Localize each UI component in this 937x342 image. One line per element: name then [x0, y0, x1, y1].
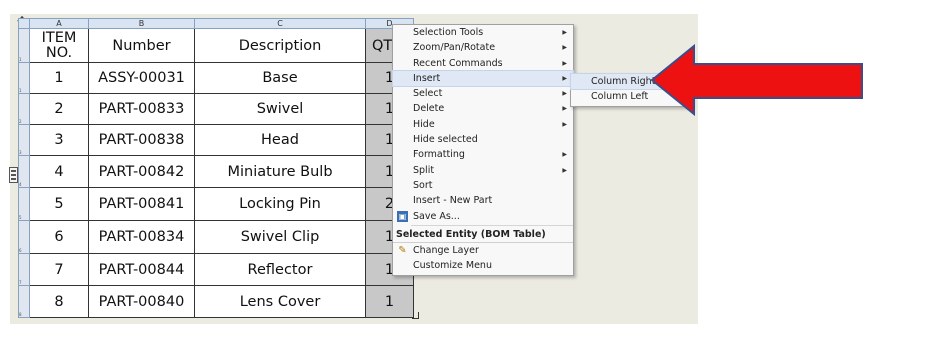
chevron-right-icon: ▶ — [562, 166, 567, 174]
cell-number[interactable]: PART-00833 — [88, 93, 195, 125]
cell-description[interactable]: Lens Cover — [194, 285, 366, 318]
cell-item-no[interactable]: 8 — [29, 285, 89, 318]
row-number[interactable]: 8 — [18, 285, 30, 318]
row-number[interactable]: 7 — [18, 253, 30, 286]
section-selected-entity: Selected Entity (BOM Table) — [393, 227, 573, 244]
row-drag-handle[interactable] — [9, 167, 18, 183]
menu-item-label: Recent Commands — [413, 57, 503, 69]
table-row[interactable]: 5 5 PART-00841 Locking Pin 2 — [18, 187, 414, 221]
cell-qty[interactable]: 1 — [365, 285, 414, 318]
row-number[interactable]: 1 — [18, 62, 30, 94]
chevron-right-icon: ▶ — [562, 59, 567, 67]
menu-item-label: Insert — [413, 72, 441, 84]
table-row[interactable]: 4 4 PART-00842 Miniature Bulb 1 — [18, 155, 414, 188]
row-number[interactable]: 1 — [18, 28, 30, 63]
menu-item-formatting[interactable]: Formatting ▶ — [393, 147, 573, 162]
column-letter-b[interactable]: B — [88, 18, 195, 29]
header-item-no[interactable]: ITEM NO. — [29, 28, 89, 63]
cell-number[interactable]: PART-00841 — [88, 187, 195, 221]
menu-item-hide-selected[interactable]: Hide selected — [393, 132, 573, 147]
menu-item-selection-tools[interactable]: Selection Tools ▶ — [393, 25, 573, 40]
cell-description[interactable]: Swivel Clip — [194, 220, 366, 254]
menu-item-save-as[interactable]: ▣ Save As... — [393, 209, 573, 224]
table-row[interactable]: 3 3 PART-00838 Head 1 — [18, 124, 414, 156]
menu-item-insert-new-part[interactable]: Insert - New Part — [393, 193, 573, 208]
cell-number[interactable]: ASSY-00031 — [88, 62, 195, 94]
cell-number[interactable]: PART-00842 — [88, 155, 195, 188]
table-row[interactable]: 7 7 PART-00844 Reflector 1 — [18, 253, 414, 286]
menu-item-label: Save As... — [413, 210, 460, 222]
menu-item-label: Selection Tools — [413, 27, 484, 38]
chevron-right-icon: ▶ — [562, 44, 567, 52]
column-letter-row: A B C D — [18, 18, 414, 29]
header-number[interactable]: Number — [88, 28, 195, 63]
menu-item-label: Change Layer — [413, 245, 479, 257]
menu-item-label: Insert - New Part — [413, 195, 493, 207]
table-row[interactable]: 6 6 PART-00834 Swivel Clip 1 — [18, 220, 414, 254]
row-number[interactable]: 6 — [18, 220, 30, 254]
menu-item-label: Select — [413, 88, 443, 100]
cell-description[interactable]: Locking Pin — [194, 187, 366, 221]
cell-description[interactable]: Reflector — [194, 253, 366, 286]
menu-item-select[interactable]: Select ▶ — [393, 86, 573, 101]
column-letter-c[interactable]: C — [194, 18, 366, 29]
chevron-right-icon: ▶ — [562, 29, 567, 36]
cell-item-no[interactable]: 3 — [29, 124, 89, 156]
chevron-right-icon: ▶ — [562, 120, 567, 128]
table-row[interactable]: 8 8 PART-00840 Lens Cover 1 — [18, 285, 414, 318]
save-disk-icon: ▣ — [397, 210, 408, 222]
cell-description[interactable]: Miniature Bulb — [194, 155, 366, 188]
row-number[interactable]: 5 — [18, 187, 30, 221]
menu-item-label: Sort — [413, 179, 433, 191]
menu-item-zoom-pan-rotate[interactable]: Zoom/Pan/Rotate ▶ — [393, 40, 573, 55]
cell-number[interactable]: PART-00834 — [88, 220, 195, 254]
cell-number[interactable]: PART-00840 — [88, 285, 195, 318]
bom-table[interactable]: A B C D 1 ITEM NO. Number Description QT… — [18, 18, 414, 318]
cell-number[interactable]: PART-00844 — [88, 253, 195, 286]
menu-item-label: Hide selected — [413, 134, 478, 146]
menu-item-recent-commands[interactable]: Recent Commands ▶ — [393, 56, 573, 71]
menu-item-label: Customize Menu — [413, 260, 492, 272]
chevron-right-icon: ▶ — [562, 74, 567, 82]
menu-item-hide[interactable]: Hide ▶ — [393, 117, 573, 132]
cell-item-no[interactable]: 6 — [29, 220, 89, 254]
cell-description[interactable]: Head — [194, 124, 366, 156]
red-pointer-arrow — [650, 44, 863, 116]
context-menu: Selection Tools ▶ Zoom/Pan/Rotate ▶ Recent C… — [392, 24, 574, 276]
menu-item-label: Formatting — [413, 149, 465, 161]
menu-item-insert[interactable]: Insert ▶ — [392, 69, 574, 88]
cell-number[interactable]: PART-00838 — [88, 124, 195, 156]
column-letter-a[interactable]: A — [29, 18, 89, 29]
cell-description[interactable]: Base — [194, 62, 366, 94]
menu-item-label: Zoom/Pan/Rotate — [413, 42, 496, 54]
menu-item-change-layer[interactable]: ✎ Change Layer — [393, 243, 573, 258]
table-resize-grip[interactable] — [412, 312, 419, 319]
chevron-right-icon: ▶ — [562, 151, 567, 159]
row-number[interactable]: 4 — [18, 155, 30, 188]
row-number[interactable]: 3 — [18, 124, 30, 156]
table-row[interactable]: 1 1 ASSY-00031 Base 1 — [18, 62, 414, 94]
table-corner[interactable] — [18, 18, 30, 29]
menu-item-split[interactable]: Split ▶ — [393, 163, 573, 178]
chevron-right-icon: ▶ — [562, 105, 567, 113]
cell-item-no[interactable]: 7 — [29, 253, 89, 286]
chevron-right-icon: ▶ — [562, 90, 567, 98]
cell-item-no[interactable]: 4 — [29, 155, 89, 188]
header-row[interactable]: 1 ITEM NO. Number Description QT — [18, 28, 414, 63]
layer-pencil-icon: ✎ — [398, 245, 407, 257]
menu-item-customize-menu[interactable]: Customize Menu — [393, 258, 573, 273]
header-description[interactable]: Description — [194, 28, 366, 63]
menu-item-label: Hide — [413, 118, 435, 130]
table-row[interactable]: 2 2 PART-00833 Swivel 1 — [18, 93, 414, 125]
menu-item-label: Delete — [413, 103, 445, 115]
row-number[interactable]: 2 — [18, 93, 30, 125]
menu-item-label: Split — [413, 164, 435, 176]
cell-item-no[interactable]: 2 — [29, 93, 89, 125]
menu-separator — [411, 224, 573, 226]
menu-item-sort[interactable]: Sort — [393, 178, 573, 193]
cell-item-no[interactable]: 5 — [29, 187, 89, 221]
menu-item-delete[interactable]: Delete ▶ — [393, 101, 573, 116]
cell-item-no[interactable]: 1 — [29, 62, 89, 94]
cell-description[interactable]: Swivel — [194, 93, 366, 125]
